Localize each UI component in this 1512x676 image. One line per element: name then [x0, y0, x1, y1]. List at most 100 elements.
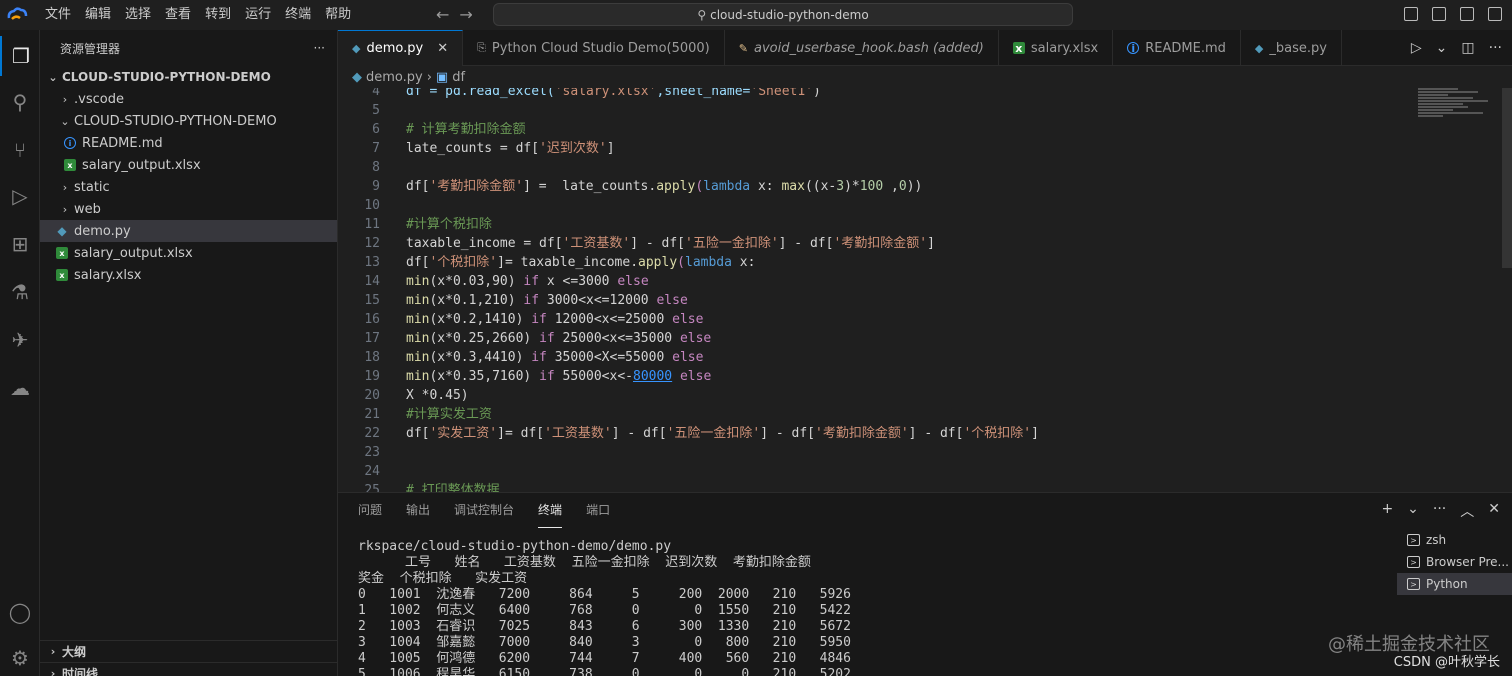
breadcrumb: ◆ demo.py › ▣ df [338, 66, 1512, 88]
back-arrow-icon[interactable]: ← [436, 5, 449, 24]
workspace-root[interactable]: ⌄ CLOUD-STUDIO-PYTHON-DEMO [40, 66, 337, 88]
code-line: 5 [372, 103, 380, 118]
code-line: 18 min(x*0.3,4410) if 35000<X<=55000 els… [364, 350, 704, 365]
tab-salary-xlsx[interactable]: x salary.xlsx [999, 30, 1114, 66]
editor-tabs: ◆ demo.py ✕ ⎘ Python Cloud Studio Demo(5… [338, 30, 1512, 66]
tab-problems[interactable]: 问题 [358, 493, 382, 528]
account-icon[interactable]: ◯ [0, 592, 40, 632]
outline-section[interactable]: › 大纲 [40, 640, 338, 662]
tab-browser-preview[interactable]: ⎘ Python Cloud Studio Demo(5000) [463, 30, 725, 66]
tree-file-salary-output[interactable]: x salary_output.xlsx [40, 154, 337, 176]
more-actions-icon[interactable]: ··· [1433, 501, 1446, 521]
editor-scrollbar[interactable] [1502, 88, 1512, 268]
tab-output[interactable]: 输出 [406, 493, 430, 528]
command-center-search[interactable]: ⚲ cloud-studio-python-demo [493, 3, 1073, 26]
toggle-secondary-sidebar-icon[interactable] [1460, 7, 1474, 21]
bottom-panel: 问题 输出 调试控制台 终端 端口 + ⌄ ··· ︿ ✕ rkspace/cl… [338, 492, 1512, 676]
breadcrumb-file[interactable]: demo.py [366, 70, 423, 85]
tab-readme[interactable]: i README.md [1113, 30, 1241, 66]
terminal-item-zsh[interactable]: > zsh [1397, 529, 1512, 551]
code-editor[interactable]: 4 df = pd.read_excel('salary.xlsx',sheet… [338, 88, 1512, 492]
tree-file-salary-output-root[interactable]: x salary_output.xlsx [40, 242, 337, 264]
more-actions-icon[interactable]: ··· [1489, 40, 1502, 56]
breadcrumb-symbol[interactable]: df [452, 70, 465, 85]
search-icon[interactable]: ⚲ [0, 82, 40, 122]
customize-layout-icon[interactable] [1488, 7, 1502, 21]
terminal-line: 工号 姓名 工资基数 五险一金扣除 迟到次数 考勤扣除金额 [358, 555, 811, 570]
excel-icon: x [56, 269, 68, 281]
tab-demo-py[interactable]: ◆ demo.py ✕ [338, 30, 464, 66]
toggle-panel-icon[interactable] [1432, 7, 1446, 21]
code-line: 12 taxable_income = df['工资基数'] - df['五险一… [364, 236, 935, 251]
close-icon[interactable]: ✕ [437, 41, 448, 56]
terminal-icon: > [1407, 556, 1420, 568]
terminal-line: 1 1002 何志义 6400 768 0 0 1550 210 5422 [358, 603, 851, 618]
run-icon[interactable]: ▷ [1411, 40, 1422, 56]
source-control-icon[interactable]: ⑂ [0, 130, 40, 170]
terminal-icon: > [1407, 578, 1420, 590]
menu-go[interactable]: 转到 [198, 0, 238, 30]
settings-gear-icon[interactable]: ⚙ [0, 638, 40, 676]
menu-help[interactable]: 帮助 [318, 0, 358, 30]
chevron-down-icon[interactable]: ⌄ [1407, 501, 1419, 521]
chevron-down-icon: ⌄ [60, 114, 70, 128]
terminal-output[interactable]: rkspace/cloud-studio-python-demo/demo.py… [358, 539, 1388, 676]
cloud-studio-logo-icon [7, 7, 28, 20]
search-icon: ⚲ [697, 7, 707, 22]
menu-selection[interactable]: 选择 [118, 0, 158, 30]
tree-file-demo-py[interactable]: ◆ demo.py [40, 220, 337, 242]
chevron-right-icon: › [50, 667, 56, 676]
testing-icon[interactable]: ⚗ [0, 272, 40, 312]
diff-icon: ✎ [738, 41, 748, 55]
tree-folder-project[interactable]: ⌄ CLOUD-STUDIO-PYTHON-DEMO [40, 110, 337, 132]
terminal-line: rkspace/cloud-studio-python-demo/demo.py [358, 539, 672, 554]
run-debug-icon[interactable]: ▷ [0, 176, 40, 216]
code-line: 16 min(x*0.2,1410) if 12000<x<=25000 els… [364, 312, 704, 327]
run-dropdown-chevron-icon[interactable]: ⌄ [1436, 40, 1448, 56]
code-line: 21 #计算实发工资 [364, 407, 492, 422]
forward-arrow-icon[interactable]: → [459, 5, 472, 24]
tab-base-py[interactable]: ◆ _base.py [1241, 30, 1342, 66]
menu-edit[interactable]: 编辑 [78, 0, 118, 30]
explorer-icon[interactable]: ❐ [0, 36, 40, 76]
more-actions-icon[interactable]: ··· [314, 41, 325, 55]
split-editor-icon[interactable]: ◫ [1461, 40, 1474, 56]
close-panel-icon[interactable]: ✕ [1488, 501, 1500, 521]
menu-run[interactable]: 运行 [238, 0, 278, 30]
python-icon: ◆ [352, 42, 361, 55]
maximize-panel-icon[interactable]: ︿ [1460, 501, 1474, 521]
menu-file[interactable]: 文件 [38, 0, 78, 30]
tree-file-salary[interactable]: x salary.xlsx [40, 264, 337, 286]
code-line: 10 [364, 198, 380, 213]
tree-folder-vscode[interactable]: › .vscode [40, 88, 337, 110]
cloud-icon[interactable]: ☁ [0, 368, 40, 408]
browser-icon: ⎘ [477, 41, 486, 54]
code-line: 8 [372, 160, 380, 175]
info-icon: i [1127, 42, 1140, 55]
menu-terminal[interactable]: 终端 [278, 0, 318, 30]
tree-file-readme[interactable]: i README.md [40, 132, 337, 154]
terminal-item-browser-preview[interactable]: > Browser Pre... [1397, 551, 1512, 573]
tab-terminal[interactable]: 终端 [538, 493, 563, 528]
tab-ports[interactable]: 端口 [586, 493, 610, 528]
new-terminal-icon[interactable]: + [1381, 501, 1393, 521]
tab-avoid-userbase-hook[interactable]: ✎ avoid_userbase_hook.bash (added) [725, 30, 999, 66]
code-line: 20 X *0.45) [364, 388, 469, 403]
title-bar: 文件 编辑 选择 查看 转到 运行 终端 帮助 ← → ⚲ cloud-stud… [0, 0, 1512, 30]
remote-explorer-icon[interactable]: ✈ [0, 320, 40, 360]
code-line: 19 min(x*0.35,7160) if 55000<x<-80000 el… [364, 369, 712, 384]
code-line: 25 # 打印整体数据 [364, 483, 500, 492]
code-line: 23 [364, 445, 380, 460]
terminal-item-python[interactable]: > Python [1397, 573, 1512, 595]
variable-icon: ▣ [435, 69, 449, 85]
minimap[interactable] [1418, 88, 1498, 148]
extensions-icon[interactable]: ⊞ [0, 224, 40, 264]
explorer-sidebar: 资源管理器 ··· ⌄ CLOUD-STUDIO-PYTHON-DEMO › .… [40, 30, 338, 676]
toggle-sidebar-icon[interactable] [1404, 7, 1418, 21]
menu-view[interactable]: 查看 [158, 0, 198, 30]
timeline-section[interactable]: › 时间线 [40, 662, 338, 676]
tree-folder-static[interactable]: › static [40, 176, 337, 198]
tree-folder-web[interactable]: › web [40, 198, 337, 220]
chevron-right-icon: › [62, 202, 68, 216]
tab-debug-console[interactable]: 调试控制台 [454, 493, 514, 528]
